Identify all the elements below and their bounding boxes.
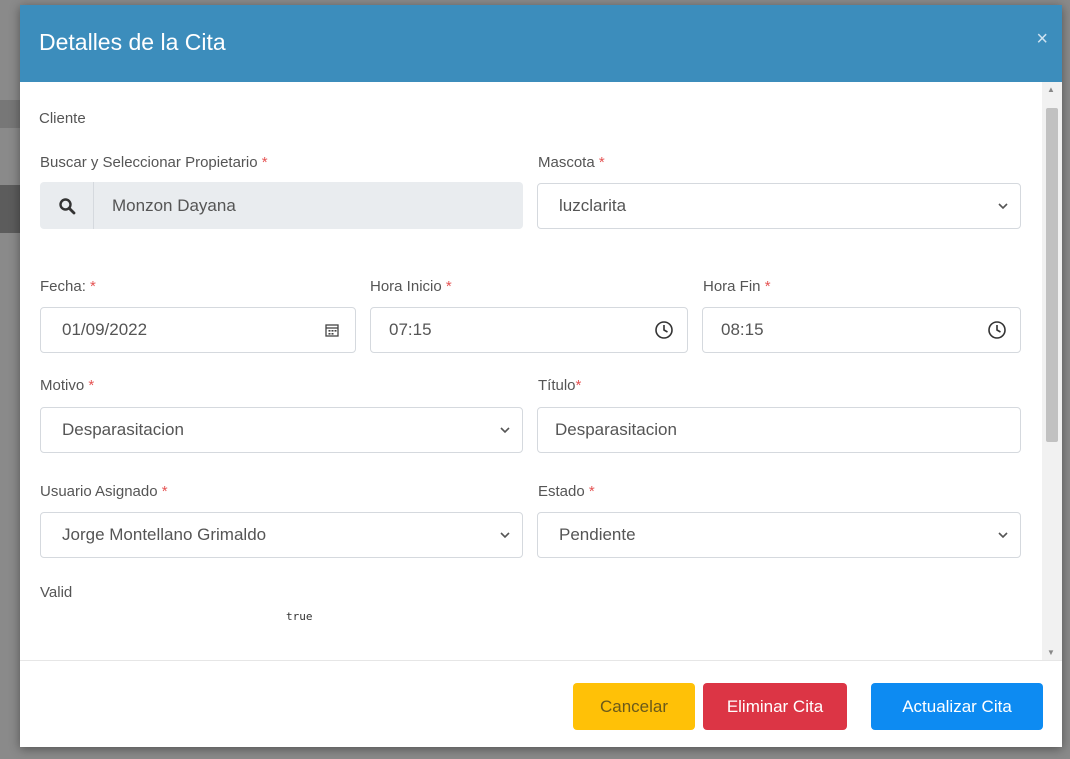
start-time-value: 07:15 [389,320,432,339]
update-appointment-button[interactable]: Actualizar Cita [871,683,1043,730]
modal-scrollbar[interactable]: ▲ ▼ [1042,82,1062,660]
close-button[interactable]: × [1036,29,1048,49]
scroll-thumb[interactable] [1046,108,1058,442]
valid-label: Valid [40,584,73,601]
scroll-down-arrow-icon[interactable]: ▼ [1047,648,1055,657]
reason-label: Motivo * [40,377,95,394]
title-value: Desparasitacion [555,420,677,439]
status-label: Estado * [538,483,595,500]
modal-title: Detalles de la Cita [39,29,226,55]
backdrop-strip-left-2 [0,100,20,128]
reason-select[interactable]: Desparasitacion [40,407,523,453]
title-label: Título* [538,377,582,394]
start-time-label: Hora Inicio * [370,278,452,295]
calendar-icon[interactable] [309,322,355,338]
assigned-user-label: Usuario Asignado * [40,483,168,500]
pet-label: Mascota * [538,154,605,171]
chevron-down-icon [996,202,1010,210]
owner-search-field[interactable]: Monzon Dayana [40,182,523,229]
section-label-cliente: Cliente [39,110,86,127]
delete-appointment-button[interactable]: Eliminar Cita [703,683,847,730]
clock-icon[interactable] [641,320,687,340]
reason-value: Desparasitacion [62,420,184,439]
end-time-value: 08:15 [721,320,764,339]
owner-label: Buscar y Seleccionar Propietario * [40,154,268,171]
assigned-user-value: Jorge Montellano Grimaldo [62,525,267,544]
backdrop-strip-left [0,185,20,233]
clock-icon[interactable] [974,320,1020,340]
end-time-label: Hora Fin * [703,278,771,295]
title-input[interactable]: Desparasitacion [537,407,1021,453]
pet-select[interactable]: luzclarita [537,183,1021,229]
date-label: Fecha: * [40,278,96,295]
start-time-input[interactable]: 07:15 [370,307,688,353]
modal-body: Cliente Buscar y Seleccionar Propietario… [20,82,1062,660]
end-time-input[interactable]: 08:15 [702,307,1021,353]
status-select[interactable]: Pendiente [537,512,1021,558]
assigned-user-select[interactable]: Jorge Montellano Grimaldo [40,512,523,558]
cancel-button[interactable]: Cancelar [573,683,695,730]
date-input[interactable]: 01/09/2022 [40,307,356,353]
pet-value: luzclarita [559,196,627,215]
chevron-down-icon [498,531,512,539]
owner-value: Monzon Dayana [112,195,236,215]
date-value: 01/09/2022 [62,320,148,339]
scroll-up-arrow-icon[interactable]: ▲ [1047,85,1055,94]
modal-footer: Cancelar Eliminar Cita Actualizar Cita [20,660,1062,747]
status-value: Pendiente [559,525,636,544]
valid-value: true [286,610,313,623]
search-icon[interactable] [40,182,94,229]
chevron-down-icon [498,426,512,434]
chevron-down-icon [996,531,1010,539]
modal-header: Detalles de la Cita × [20,5,1062,82]
appointment-details-modal: Detalles de la Cita × Cliente Buscar y S… [20,5,1062,747]
